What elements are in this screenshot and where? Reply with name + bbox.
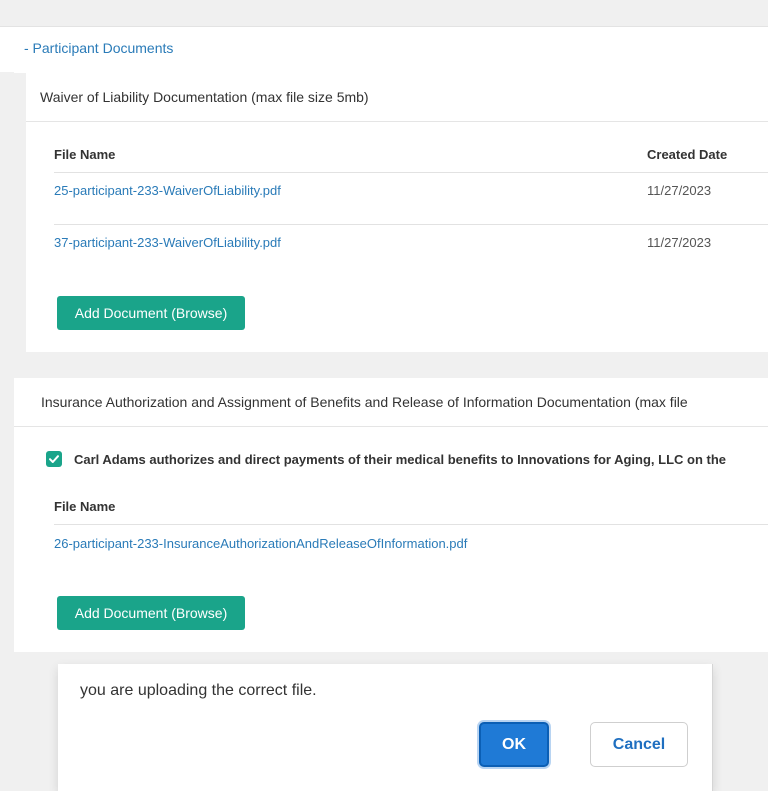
consent-text: Carl Adams authorizes and direct payment…: [74, 452, 727, 467]
waiver-date-2: 11/27/2023: [647, 235, 712, 250]
insurance-panel-header: Insurance Authorization and Assignment o…: [14, 378, 768, 427]
insurance-panel: Insurance Authorization and Assignment o…: [14, 378, 768, 652]
waiver-panel-title: Waiver of Liability Documentation (max f…: [40, 89, 369, 105]
check-icon: [49, 455, 59, 463]
waiver-date-1: 11/27/2023: [647, 183, 712, 198]
ok-button[interactable]: OK: [479, 722, 549, 767]
left-gutter: [0, 72, 14, 664]
row-divider: [54, 224, 768, 225]
confirm-dialog: you are uploading the correct file. OK C…: [58, 664, 713, 791]
waiver-panel: Waiver of Liability Documentation (max f…: [26, 73, 768, 352]
waiver-file-link-2[interactable]: 37-participant-233-WaiverOfLiability.pdf: [54, 235, 281, 250]
insurance-file-link-1[interactable]: 26-participant-233-InsuranceAuthorizatio…: [54, 536, 467, 551]
waiver-file-link-1[interactable]: 25-participant-233-WaiverOfLiability.pdf: [54, 183, 281, 198]
waiver-panel-header: Waiver of Liability Documentation (max f…: [26, 73, 768, 122]
top-band: [0, 0, 768, 26]
header-divider: [54, 172, 768, 173]
insurance-panel-title: Insurance Authorization and Assignment o…: [41, 394, 688, 410]
file-name-column-header: File Name: [54, 147, 116, 162]
cancel-button[interactable]: Cancel: [590, 722, 688, 767]
insurance-file-name-column-header: File Name: [54, 499, 116, 514]
section-header: - Participant Documents: [0, 26, 768, 73]
dialog-message: you are uploading the correct file.: [80, 682, 317, 699]
participant-documents-toggle[interactable]: - Participant Documents: [24, 40, 173, 56]
insurance-add-document-button[interactable]: Add Document (Browse): [57, 596, 245, 630]
waiver-add-document-button[interactable]: Add Document (Browse): [57, 296, 245, 330]
consent-checkbox[interactable]: [46, 451, 62, 467]
created-date-column-header: Created Date: [647, 147, 728, 162]
header-divider: [54, 524, 768, 525]
